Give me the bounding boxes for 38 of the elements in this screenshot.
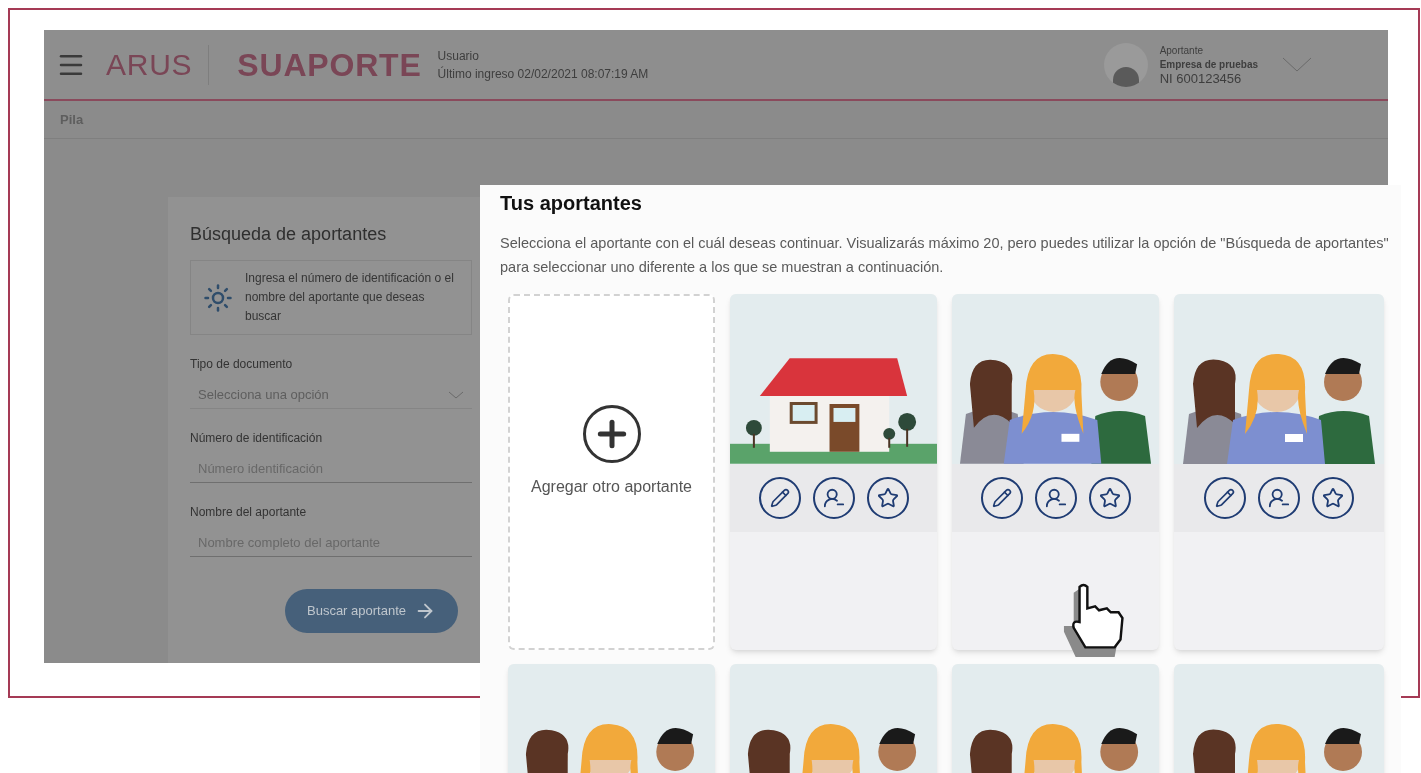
- user-button[interactable]: [1258, 477, 1300, 519]
- account-id: NI 600123456: [1159, 71, 1243, 86]
- user-icon: [1044, 487, 1067, 509]
- chevron-down-icon: [448, 390, 464, 399]
- pencil-icon: [991, 488, 1012, 508]
- last-login-text: Último ingreso 02/02/2021 08:07:19 AM: [437, 65, 649, 83]
- star-icon: [876, 487, 899, 509]
- pencil-icon: [1215, 488, 1235, 508]
- search-title: Búsqueda de aportantes: [190, 223, 387, 246]
- star-icon: [1098, 487, 1121, 509]
- favorite-button[interactable]: [1312, 477, 1354, 519]
- user-label: Usuario: [437, 47, 480, 65]
- user-icon: [822, 487, 845, 509]
- search-button[interactable]: Buscar aportante: [285, 589, 458, 633]
- contributor-card[interactable]: [1174, 294, 1384, 650]
- brand-logo: ARUS: [106, 47, 193, 83]
- user-button[interactable]: [1034, 477, 1077, 519]
- add-contributor-card[interactable]: Agregar otro aportante: [508, 294, 715, 650]
- field-label: Nombre del aportante: [190, 504, 308, 521]
- contributor-card[interactable]: [952, 294, 1159, 650]
- edit-button[interactable]: [1204, 477, 1246, 519]
- pencil-icon: [769, 488, 790, 508]
- field-label: Número de identificación: [190, 430, 324, 447]
- star-icon: [1322, 487, 1344, 509]
- field-label: Tipo de documento: [190, 356, 294, 373]
- edit-button[interactable]: [758, 477, 801, 519]
- product-logo: SUAPORTE: [237, 45, 422, 85]
- user-icon: [1268, 487, 1290, 509]
- user-button[interactable]: [812, 477, 855, 519]
- account-company: Empresa de pruebas: [1159, 57, 1258, 72]
- favorite-button[interactable]: [866, 477, 909, 519]
- account-role: Aportante: [1159, 43, 1204, 58]
- contributor-card[interactable]: [730, 294, 937, 650]
- edit-button[interactable]: [980, 477, 1023, 519]
- panel-description: Selecciona el aportante con el cuál deseas continuar. Visualizarás máximo 20, pero puedes utilizar la opción de "Búsqueda de aportantes" para seleccionar uno diferente a los que se muestran a continuación.: [500, 234, 1390, 277]
- hint-text: Ingresa el número de identificación o el nombre del aportante que deseas buscar: [245, 270, 455, 325]
- panel-title: Tus aportantes: [500, 191, 643, 216]
- favorite-button[interactable]: [1088, 477, 1131, 519]
